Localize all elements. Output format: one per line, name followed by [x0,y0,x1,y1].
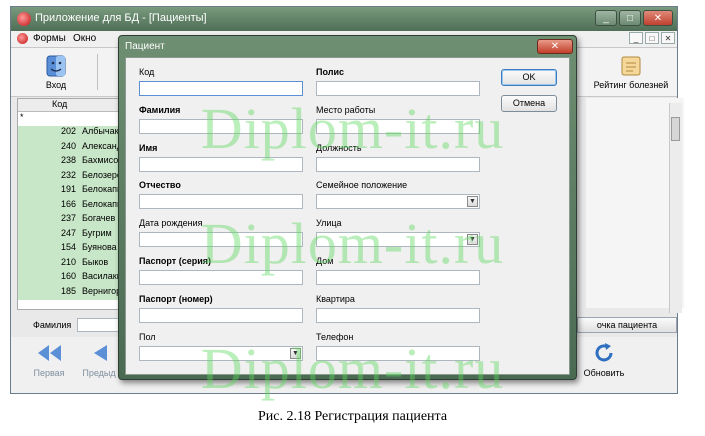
table-row[interactable]: 191 Белокапы [18,184,128,199]
minimize-button[interactable]: _ [595,10,617,26]
watermark-line-3: Diplom-it.ru [200,336,505,401]
login-label: Вход [45,80,67,90]
right-field-label-6: Квартира [316,293,355,304]
finder-icon [46,55,66,77]
patient-card-button[interactable]: очка пациента [577,317,677,333]
figure-caption: Рис. 2.18 Регистрация пациента [257,409,448,424]
row-code: 166 [60,198,76,209]
right-field-label-0: Полис [316,67,344,77]
table-row[interactable]: 232 Белозеро [18,169,128,184]
mdi-restore-button[interactable]: □ [645,32,659,44]
mdi-close-button[interactable]: ✕ [661,32,675,44]
right-field-label-3: Семейное положение [316,180,408,191]
menu-forms[interactable]: Формы [33,33,66,44]
chevron-down-icon[interactable]: ▼ [467,196,478,208]
left-field-input-3[interactable] [139,194,303,210]
left-field-label-6: Паспорт (номер) [139,293,213,304]
row-code: 185 [60,285,76,296]
table-row[interactable]: 185 Вернигор [18,285,128,300]
patient-dialog: Пациент ✕ Код Фамилия Имя Отчество Дата рожд… [118,35,577,380]
left-field-label-0: Код [139,67,155,77]
disease-rating-button[interactable]: Рейтинг болезней [589,54,673,90]
right-field-input-6[interactable] [316,307,480,323]
menu-window[interactable]: Окно [73,33,96,44]
mdi-icon [17,33,28,44]
lastname-filter-label: Фамилия [33,320,72,330]
disease-rating-label: Рейтинг болезней [593,80,669,90]
app-title: Приложение для БД - [Пациенты] [35,12,207,24]
left-field-input-0[interactable] [139,81,303,96]
maximize-button[interactable]: □ [619,10,641,26]
app-titlebar: Приложение для БД - [Пациенты] _ □ ✕ [11,7,677,31]
login-button[interactable]: Вход [31,54,81,90]
dialog-close-button[interactable]: ✕ [537,39,573,54]
mdi-minimize-button[interactable]: _ [629,32,643,44]
ok-button[interactable]: OK [501,69,557,86]
dialog-title: Пациент [125,41,165,52]
notebook-icon [621,56,641,76]
watermark-line-2: Diplom-it.ru [200,211,505,276]
right-field-select-3[interactable]: ▼ [316,194,480,210]
app-icon [17,12,31,26]
toolbar-separator [97,54,98,90]
left-field-label-3: Отчество [139,180,181,191]
row-code: 232 [60,169,76,180]
left-field-input-6[interactable] [139,307,303,323]
row-code: 191 [60,184,76,194]
close-button[interactable]: ✕ [643,10,673,26]
right-field-input-0[interactable] [316,81,480,96]
watermark-line-1: Diplom-it.ru [200,96,505,161]
